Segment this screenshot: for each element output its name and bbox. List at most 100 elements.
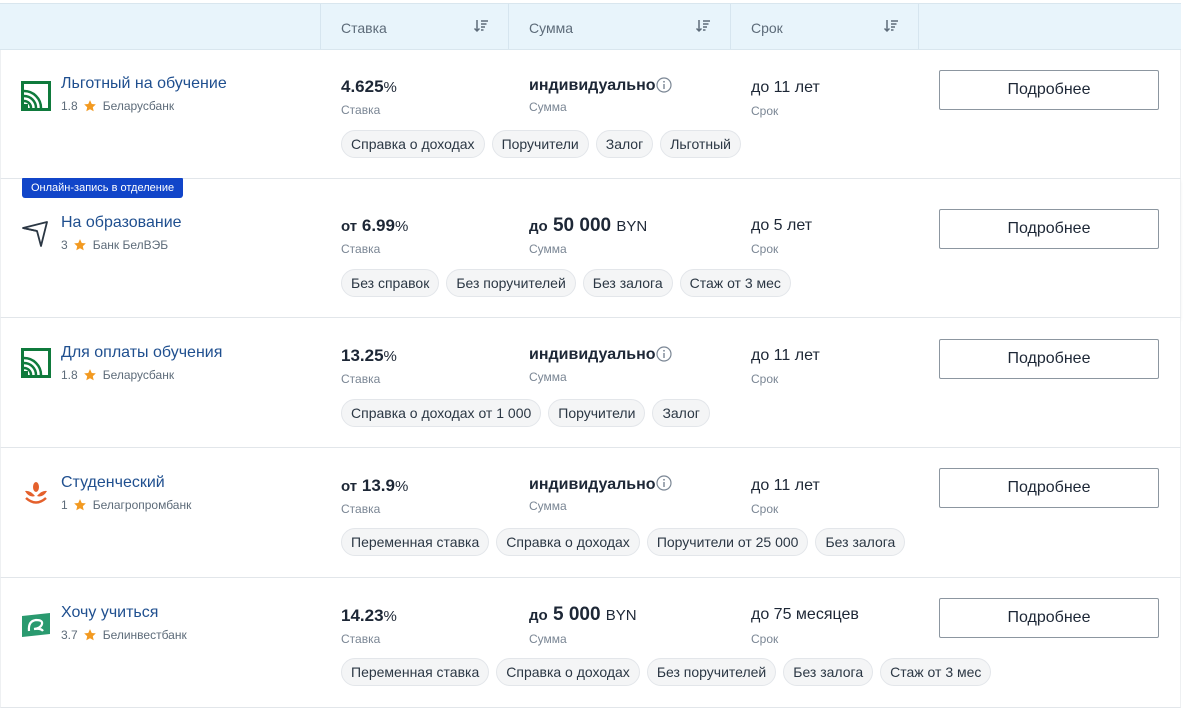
belarusbank-logo [21,348,51,378]
feature-chip: Поручители от 25 000 [646,528,809,556]
bank-name: Белинвестбанк [102,628,187,642]
feature-chips: Переменная ставка Справка о доходах Пору… [341,528,906,556]
rate-caption: Ставка [341,372,381,386]
feature-chip: Залог [652,399,710,427]
sort-icon[interactable] [883,18,899,34]
feature-chip: Переменная ставка [341,658,490,686]
star-icon [83,369,96,381]
table-row: Для оплаты обучения 1.8 Беларусбанк 13.2… [0,318,1181,448]
feature-chip: Поручители [491,130,589,158]
rate-value: 13.25% [341,346,397,365]
table-row: Льготный на обучение 1.8 Беларусбанк 4.6… [0,50,1181,179]
sum-caption: Сумма [529,370,567,384]
term-caption: Срок [751,372,779,386]
header-sum[interactable]: Сумма [508,4,730,49]
product-name-link[interactable]: Хочу учиться [61,604,158,622]
feature-chip: Без справок [341,269,440,297]
feature-chips: Справка о доходах Поручители Залог Льгот… [341,130,741,158]
details-button[interactable]: Подробнее [939,70,1159,110]
term-caption: Срок [751,632,779,646]
info-icon[interactable] [656,475,672,491]
sort-icon[interactable] [695,18,711,34]
header-sum-label: Сумма [529,20,573,36]
rate-value: от 13.9% [341,476,409,495]
feature-chip: Справка о доходах [496,528,640,556]
rate-caption: Ставка [341,242,381,256]
header-empty [918,4,1181,49]
online-booking-badge: Онлайн-запись в отделение [22,178,184,198]
term-caption: Срок [751,502,779,516]
feature-chip: Справка о доходах [341,130,485,158]
sum-value: до 50 000 BYN [529,215,648,236]
sum-value: индивидуально [529,476,656,493]
rating-value: 1.8 [61,99,78,113]
sum-caption: Сумма [529,100,567,114]
info-icon[interactable] [656,346,672,362]
belinvestbank-logo [22,613,50,637]
bank-rating: 1.8 Беларусбанк [61,99,174,113]
star-icon [73,499,86,511]
term-value: до 11 лет [751,79,820,96]
rating-value: 3.7 [61,628,78,642]
info-icon[interactable] [656,77,672,93]
feature-chip: Залог [595,130,654,158]
feature-chip: Без залога [815,528,906,556]
feature-chip: Без залога [783,658,874,686]
bank-name: Белагропромбанк [92,498,192,512]
star-icon [83,629,96,641]
feature-chip: Стаж от 3 мес [679,269,791,297]
details-button[interactable]: Подробнее [939,339,1159,379]
feature-chip: Переменная ставка [341,528,490,556]
star-icon [83,100,96,112]
belagroprombank-logo [25,482,47,504]
feature-chips: Справка о доходах от 1 000 Поручители За… [341,399,710,427]
feature-chip: Без поручителей [646,658,777,686]
table-header: Ставка Сумма Срок [0,3,1181,50]
bank-rating: 3.7 Белинвестбанк [61,628,187,642]
feature-chips: Без справок Без поручителей Без залога С… [341,269,791,297]
term-caption: Срок [751,242,779,256]
header-rate[interactable]: Ставка [320,4,508,49]
table-row: Онлайн-запись в отделение На образование… [0,178,1181,318]
rate-caption: Ставка [341,502,381,516]
sum-caption: Сумма [529,499,567,513]
bank-rating: 1 Белагропромбанк [61,498,191,512]
details-button[interactable]: Подробнее [939,468,1159,508]
term-value: до 11 лет [751,347,820,364]
header-term-label: Срок [751,20,783,36]
product-name-link[interactable]: Для оплаты обучения [61,344,222,362]
product-name-link[interactable]: На образование [61,214,182,232]
feature-chip: Без залога [582,269,673,297]
bank-rating: 3 Банк БелВЭБ [61,238,168,252]
sort-icon[interactable] [473,18,489,34]
rate-value: 14.23% [341,606,397,625]
feature-chip: Льготный [660,130,741,158]
rating-value: 1 [61,498,68,512]
rating-value: 3 [61,238,68,252]
feature-chip: Стаж от 3 мес [880,658,992,686]
bank-rating: 1.8 Беларусбанк [61,368,174,382]
sum-value: индивидуально [529,346,656,363]
bank-name: Беларусбанк [102,368,175,382]
feature-chips: Переменная ставка Справка о доходах Без … [341,658,992,686]
product-name-link[interactable]: Студенческий [61,474,165,492]
sum-value: до 5 000 BYN [529,604,637,625]
product-name-link[interactable]: Льготный на обучение [61,75,227,93]
term-caption: Срок [751,104,779,118]
header-rate-label: Ставка [341,20,387,36]
header-term[interactable]: Срок [730,4,918,49]
details-button[interactable]: Подробнее [939,209,1159,249]
sum-caption: Сумма [529,632,567,646]
bank-name: Беларусбанк [102,99,175,113]
belarusbank-logo [21,81,51,111]
table-row: Студенческий 1 Белагропромбанк от 13.9% … [0,448,1181,578]
table-row: Хочу учиться 3.7 Белинвестбанк 14.23% Ст… [0,578,1181,708]
rate-caption: Ставка [341,103,381,117]
feature-chip: Справка о доходах от 1 000 [341,399,542,427]
term-value: до 11 лет [751,477,820,494]
term-value: до 5 лет [751,217,813,234]
sum-value: индивидуально [529,77,656,94]
term-value: до 75 месяцев [751,606,859,623]
star-icon [73,239,86,251]
details-button[interactable]: Подробнее [939,598,1159,638]
